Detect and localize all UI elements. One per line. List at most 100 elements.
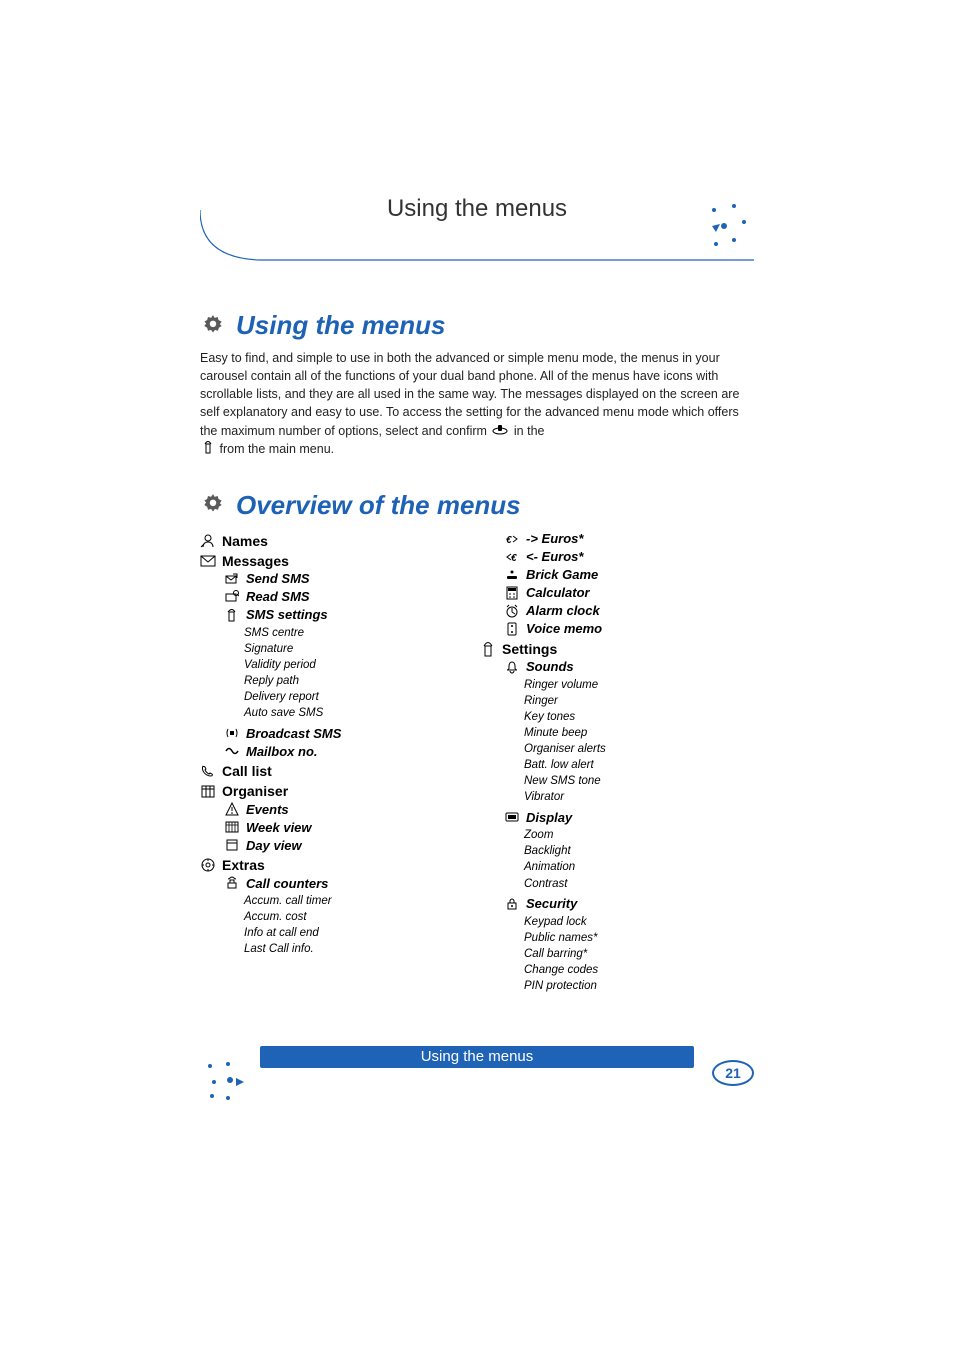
extras-icon	[200, 857, 216, 873]
page-number: 21	[725, 1065, 741, 1081]
menu-label: Display	[526, 810, 572, 825]
menu-label: <- Euros*	[526, 549, 583, 564]
day-view-icon	[224, 837, 240, 853]
sounds-sublist: Ringer volume Ringer Key tones Minute be…	[524, 677, 720, 806]
footer-title: Using the menus	[421, 1048, 534, 1065]
leaf-item: Public names*	[524, 930, 720, 946]
week-view-icon	[224, 819, 240, 835]
sms-settings-icon	[224, 607, 240, 623]
alarm-clock-icon	[504, 603, 520, 619]
calculator-icon	[504, 585, 520, 601]
menu-column-right: € -> Euros* € <- Euros* Brick Game Calcu…	[480, 529, 720, 999]
menu-label: Organiser	[222, 783, 288, 799]
leaf-item: Batt. low alert	[524, 757, 720, 773]
organiser-icon	[200, 783, 216, 799]
menu-item-organiser: Organiser	[200, 783, 450, 799]
leaf-item: Keypad lock	[524, 914, 720, 930]
section-title: Using the menus	[236, 310, 445, 341]
leaf-item: Animation	[524, 859, 720, 875]
leaf-item: Call barring*	[524, 946, 720, 962]
intro-text-2: in the	[514, 424, 545, 438]
leaf-item: Zoom	[524, 827, 720, 843]
menu-item-sounds: Sounds	[504, 659, 720, 675]
menu-item-security: Security	[504, 896, 720, 912]
leaf-item: Ringer volume	[524, 677, 720, 693]
decorative-dots-icon	[704, 200, 754, 250]
menu-item-alarm-clock: Alarm clock	[504, 603, 720, 619]
leaf-item: New SMS tone	[524, 773, 720, 789]
menu-label: Brick Game	[526, 567, 598, 582]
menu-label: Security	[526, 896, 577, 911]
from-euros-icon: €	[504, 549, 520, 565]
leaf-item: Minute beep	[524, 725, 720, 741]
menu-label: Send SMS	[246, 571, 310, 586]
leaf-item: Auto save SMS	[244, 705, 450, 721]
settings-icon	[202, 440, 214, 459]
sms-settings-sublist: SMS centre Signature Validity period Rep…	[244, 625, 450, 722]
menu-label: Call list	[222, 763, 272, 779]
menu-label: Calculator	[526, 585, 590, 600]
menu-item-sms-settings: SMS settings	[224, 607, 450, 623]
menu-item-calculator: Calculator	[504, 585, 720, 601]
sounds-icon	[504, 659, 520, 675]
document-page: Using the menus Using the menus Easy to …	[0, 0, 954, 998]
names-icon	[200, 533, 216, 549]
intro-text-3: from the main menu.	[219, 442, 334, 456]
to-euros-icon: €	[504, 531, 520, 547]
gear-icon	[200, 492, 226, 518]
leaf-item: Organiser alerts	[524, 741, 720, 757]
menu-label: Extras	[222, 857, 265, 873]
menu-item-call-list: Call list	[200, 763, 450, 779]
menu-item-messages: Messages	[200, 553, 450, 569]
menu-item-call-counters: Call counters	[224, 875, 450, 891]
settings-icon	[480, 641, 496, 657]
leaf-item: Contrast	[524, 876, 720, 892]
call-counters-sublist: Accum. call timer Accum. cost Info at ca…	[244, 893, 450, 957]
mailbox-icon	[224, 743, 240, 759]
leaf-item: Vibrator	[524, 789, 720, 805]
send-sms-icon	[224, 571, 240, 587]
section-heading-using-menus: Using the menus	[200, 310, 754, 341]
menu-label: Read SMS	[246, 589, 310, 604]
menu-item-settings: Settings	[480, 641, 720, 657]
menu-overview-columns: Names Messages Send SMS Read SMS SMS set…	[200, 529, 754, 999]
leaf-item: Signature	[244, 641, 450, 657]
menu-item-extras: Extras	[200, 857, 450, 873]
leaf-item: PIN protection	[524, 978, 720, 994]
security-sublist: Keypad lock Public names* Call barring* …	[524, 914, 720, 994]
brick-game-icon	[504, 567, 520, 583]
leaf-item: SMS centre	[244, 625, 450, 641]
menu-label: SMS settings	[246, 607, 328, 622]
intro-paragraph: Easy to find, and simple to use in both …	[200, 349, 754, 460]
menu-item-from-euros: € <- Euros*	[504, 549, 720, 565]
gear-icon	[200, 313, 226, 339]
envelope-icon	[200, 553, 216, 569]
menu-label: Mailbox no.	[246, 744, 318, 759]
decorative-dots-icon	[200, 1056, 250, 1106]
menu-item-read-sms: Read SMS	[224, 589, 450, 605]
security-icon	[504, 896, 520, 912]
broadcast-icon	[224, 725, 240, 741]
menu-item-brick-game: Brick Game	[504, 567, 720, 583]
call-list-icon	[200, 763, 216, 779]
menu-item-names: Names	[200, 533, 450, 549]
menu-label: Events	[246, 802, 289, 817]
menu-label: Voice memo	[526, 621, 602, 636]
leaf-item: Accum. cost	[244, 909, 450, 925]
intro-text: Easy to find, and simple to use in both …	[200, 351, 739, 438]
menu-item-mailbox-no: Mailbox no.	[224, 743, 450, 759]
leaf-item: Validity period	[244, 657, 450, 673]
menu-item-broadcast-sms: Broadcast SMS	[224, 725, 450, 741]
menu-item-to-euros: € -> Euros*	[504, 531, 720, 547]
menu-item-events: Events	[224, 801, 450, 817]
menu-label: Call counters	[246, 876, 328, 891]
display-sublist: Zoom Backlight Animation Contrast	[524, 827, 720, 891]
menu-label: Day view	[246, 838, 302, 853]
menu-label: Messages	[222, 553, 289, 569]
leaf-item: Backlight	[524, 843, 720, 859]
menu-column-left: Names Messages Send SMS Read SMS SMS set…	[200, 529, 450, 999]
leaf-item: Key tones	[524, 709, 720, 725]
menu-label: Alarm clock	[526, 603, 600, 618]
leaf-item: Accum. call timer	[244, 893, 450, 909]
section-title: Overview of the menus	[236, 490, 521, 521]
